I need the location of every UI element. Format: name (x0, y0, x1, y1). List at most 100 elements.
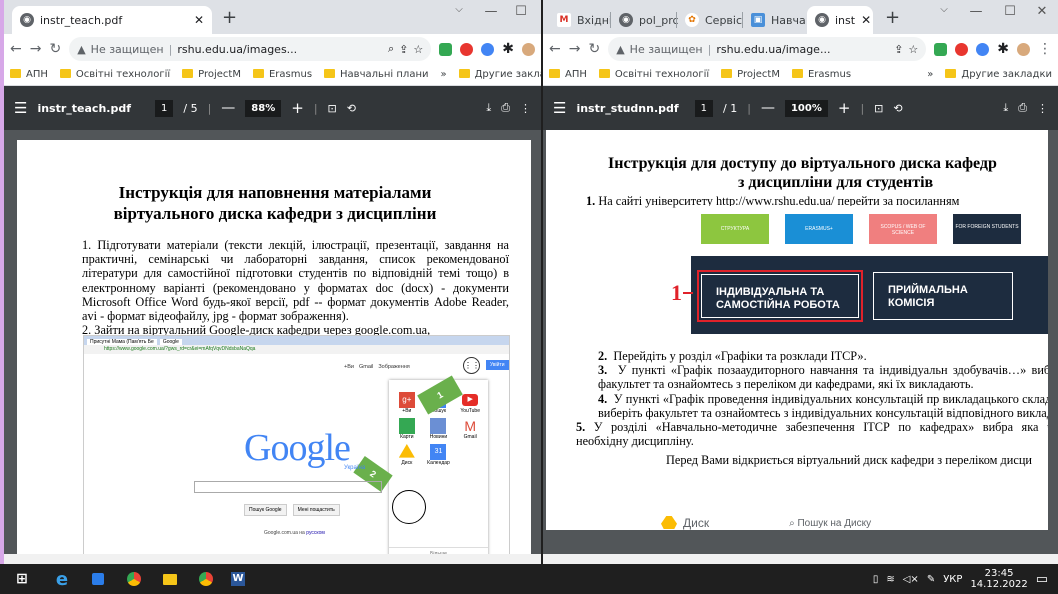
vertical-scrollbar[interactable] (1048, 130, 1058, 564)
download-icon[interactable]: ⤓ (486, 101, 491, 115)
rotate-icon[interactable]: ⟲ (893, 102, 902, 115)
minimize-button[interactable]: — (478, 4, 504, 19)
forward-icon[interactable]: → (30, 41, 42, 57)
tab-navcha[interactable]: ▣ Навча (743, 6, 807, 34)
edge-icon[interactable]: e (52, 569, 72, 590)
menu-icon[interactable]: ☰ (553, 99, 566, 117)
bookmark-item[interactable]: Erasmus (791, 69, 851, 80)
more-bookmarks-icon[interactable]: » (927, 69, 933, 80)
share-icon[interactable]: ⇪ (894, 43, 903, 56)
vertical-scrollbar[interactable] (531, 130, 541, 564)
windows-start-icon[interactable]: ⊞ (12, 569, 32, 589)
bookmark-item[interactable]: Освітні технології (598, 69, 709, 80)
bookmark-item[interactable]: АПН (10, 69, 48, 80)
pen-icon[interactable]: ✎ (927, 574, 935, 585)
page-number-input[interactable]: 1 (155, 99, 174, 117)
bookmark-item[interactable]: ProjectM (721, 69, 780, 80)
opera-extension-icon[interactable] (955, 42, 969, 56)
share-icon[interactable]: ⇪ (399, 43, 408, 56)
pdf-viewer[interactable]: Інструкція для наповнення матеріалами ві… (4, 130, 541, 564)
opera-extension-icon[interactable] (460, 42, 474, 56)
close-icon[interactable]: ✕ (194, 13, 204, 27)
zoom-icon[interactable]: ⌕ (388, 42, 394, 56)
other-bookmarks[interactable]: Другие закладки (945, 69, 1052, 80)
more-vert-icon[interactable]: ⋮ (1037, 102, 1048, 115)
chrome-icon[interactable] (196, 569, 216, 589)
zoom-input[interactable]: 88% (245, 99, 282, 117)
back-icon[interactable]: ← (549, 41, 561, 57)
horizontal-scrollbar[interactable] (4, 554, 541, 564)
address-bar[interactable]: ▲ Не защищен | rshu.edu.ua/image... ⇪ ☆ (608, 37, 927, 61)
fit-page-icon[interactable]: ⊡ (328, 102, 337, 115)
new-tab-button[interactable]: + (885, 9, 900, 27)
download-icon[interactable]: ⤓ (1003, 101, 1008, 115)
tab-inst[interactable]: ◉ inst ✕ (807, 6, 873, 34)
dot-extension-icon[interactable] (976, 42, 990, 56)
bookmark-item[interactable]: ProjectM (182, 69, 241, 80)
rotate-icon[interactable]: ⟲ (347, 102, 356, 115)
bookmark-item[interactable]: Освітні технології (59, 69, 170, 80)
language-indicator[interactable]: УКР (943, 574, 962, 585)
bookmark-item[interactable]: АПН (549, 69, 587, 80)
star-icon[interactable]: ☆ (908, 43, 918, 56)
word-icon[interactable]: W (228, 569, 248, 589)
avatar[interactable] (1017, 42, 1030, 56)
shield-extension-icon[interactable] (439, 42, 453, 56)
address-bar[interactable]: ▲ Не защищен | rshu.edu.ua/images... ⌕ ⇪… (69, 37, 432, 61)
page-number-input[interactable]: 1 (694, 99, 714, 117)
avatar[interactable] (522, 42, 535, 56)
network-icon[interactable]: ≋ (886, 574, 894, 585)
marker-line (683, 292, 693, 294)
pdf-viewer[interactable]: Інструкція для доступу до віртуального д… (543, 130, 1058, 564)
notification-icon[interactable]: ▭ (1036, 572, 1048, 587)
horizontal-scrollbar[interactable] (543, 554, 1058, 564)
media-player-icon[interactable] (88, 569, 108, 589)
puzzle-icon[interactable]: ✱ (502, 41, 514, 57)
zoom-input[interactable]: 100% (784, 99, 828, 117)
tab-service[interactable]: ✿ Сервіс (677, 6, 742, 34)
dot-extension-icon[interactable] (481, 42, 495, 56)
minimize-button[interactable]: — (963, 4, 989, 19)
marker-number: 1 (671, 280, 682, 305)
chrome-icon[interactable] (124, 569, 144, 589)
zoom-out-icon[interactable]: — (221, 100, 235, 116)
zoom-in-icon[interactable]: + (838, 99, 851, 117)
more-vert-icon[interactable]: ⋮ (1038, 41, 1052, 57)
file-explorer-icon[interactable] (160, 569, 180, 589)
bookmark-item[interactable]: Erasmus (252, 69, 312, 80)
back-icon[interactable]: ← (10, 41, 22, 57)
security-label: Не защищен (629, 42, 703, 56)
zoom-in-icon[interactable]: + (291, 99, 304, 117)
reload-icon[interactable]: ↻ (49, 41, 61, 57)
fit-page-icon[interactable]: ⊡ (874, 102, 883, 115)
print-icon[interactable]: ⎙ (1018, 101, 1027, 115)
warning-icon: ▲ (77, 42, 86, 56)
bookmark-item[interactable]: Навчальні плани (324, 69, 428, 80)
more-bookmarks-icon[interactable]: » (440, 69, 446, 80)
new-tab-button[interactable]: + (222, 9, 237, 27)
clock[interactable]: 23:45 14.12.2022 (970, 568, 1027, 590)
tab-instr-teach[interactable]: ◉ instr_teach.pdf ✕ (12, 6, 212, 34)
maximize-button[interactable]: ☐ (997, 4, 1023, 19)
volume-icon[interactable]: ◁× (903, 574, 919, 585)
tab-pol-prc[interactable]: ◉ pol_prc (611, 6, 679, 34)
more-vert-icon[interactable]: ⋮ (520, 102, 531, 115)
other-bookmarks[interactable]: Другие заклад (458, 69, 541, 80)
shield-extension-icon[interactable] (934, 42, 948, 56)
forward-icon[interactable]: → (569, 41, 581, 57)
maximize-button[interactable]: ☐ (508, 4, 534, 19)
zoom-out-icon[interactable]: — (761, 100, 775, 116)
reload-icon[interactable]: ↻ (588, 41, 600, 57)
chevron-down-icon[interactable]: ⌵ (446, 4, 472, 15)
admission-box: ПРИЙМАЛЬНА КОМІСІЯ (873, 272, 1013, 320)
chevron-down-icon[interactable]: ⌵ (931, 4, 957, 15)
device-icon[interactable]: ▯ (873, 574, 879, 585)
close-icon[interactable]: ✕ (861, 13, 871, 27)
google-lucky-button: Мені пощастить (292, 504, 340, 516)
star-icon[interactable]: ☆ (413, 43, 423, 56)
menu-icon[interactable]: ☰ (14, 99, 27, 117)
tab-gmail[interactable]: M Вхідні (549, 6, 612, 34)
print-icon[interactable]: ⎙ (501, 101, 510, 115)
puzzle-icon[interactable]: ✱ (997, 41, 1009, 57)
close-window-button[interactable]: ✕ (1029, 4, 1055, 19)
